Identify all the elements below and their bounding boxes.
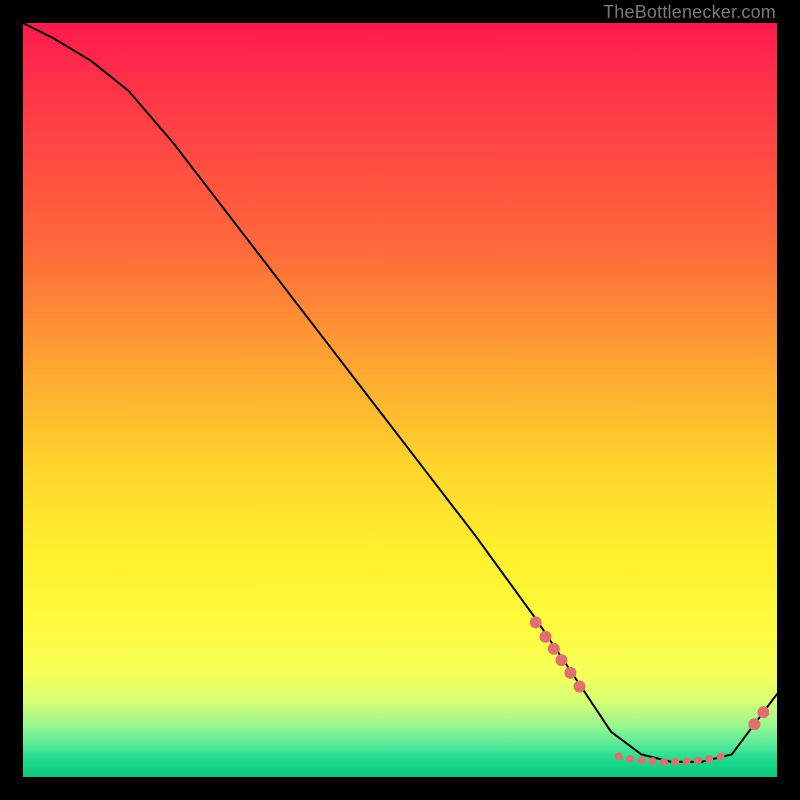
chart-marker [748,718,760,730]
chart-marker [705,755,713,763]
chart-marker [683,757,691,765]
chart-marker [757,706,769,718]
chart-line [23,23,777,762]
chart-marker [717,753,725,761]
chart-marker [530,616,542,628]
chart-markers [530,616,770,766]
chart-marker [660,758,668,766]
chart-marker [637,756,645,764]
chart-marker [649,757,657,765]
chart-svg [23,23,777,777]
chart-marker [555,654,567,666]
chart-marker [564,667,576,679]
chart-marker [548,643,560,655]
chart-marker [540,631,552,643]
chart-frame [23,23,777,777]
chart-marker [615,753,623,761]
chart-marker [626,755,634,763]
attribution-label: TheBottlenecker.com [603,2,776,23]
chart-marker [574,681,586,693]
chart-marker [671,758,679,766]
chart-marker [694,756,702,764]
